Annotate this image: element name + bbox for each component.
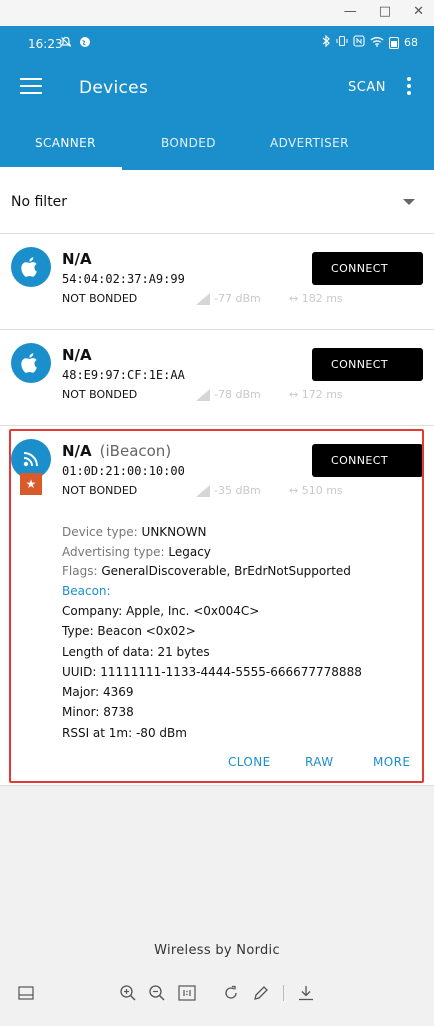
status-time: 16:23 [28,37,63,51]
type-row: Type: Beacon <0x02> [62,624,196,639]
layout-icon[interactable] [16,983,36,1003]
toolbar-divider [283,985,284,1001]
interval-indicator: ↔ 172 ms [289,388,343,401]
connect-label: CONNECT [331,262,388,275]
close-icon[interactable]: ✕ [413,4,424,19]
minor-row: Minor: 8738 [62,705,134,720]
company-row: Company: Apple, Inc. <0x004C> [62,604,260,618]
device-card[interactable]: N/A 48:E9:97:CF:1E:AA NOT BONDED -78 dBm… [0,330,434,426]
maximize-icon[interactable]: □ [379,4,391,19]
tab-advertiser[interactable]: ADVERTISER [270,136,349,150]
interval-value: 172 ms [301,388,343,401]
signal-icon [196,484,210,497]
filter-value: No filter [11,194,68,210]
device-name: N/A [62,346,92,364]
signal-icon [196,388,210,401]
zoom-in-icon[interactable] [118,983,138,1003]
rotate-icon[interactable] [221,983,241,1003]
device-mac: 48:E9:97:CF:1E:AA [62,368,185,382]
device-card[interactable]: N/A 54:04:02:37:A9:99 NOT BONDED -77 dBm… [0,234,434,330]
menu-icon[interactable] [20,78,42,96]
device-mac: 01:0D:21:00:10:00 [62,464,185,478]
zoom-out-icon[interactable] [147,983,167,1003]
adv-type-row: Advertising type: Legacy [62,544,211,559]
uuid-row: UUID: 11111111-1133-4444-5555-6666777788… [62,664,362,679]
status-bar: 16:23 68 [0,26,434,60]
more-button[interactable]: MORE [373,755,410,769]
bond-status: NOT BONDED [62,484,138,497]
edit-icon[interactable] [251,983,271,1003]
advertising-details: Device type: UNKNOWN Advertising type: L… [62,523,412,743]
interval-value: 510 ms [301,484,343,497]
beacon-header: Beacon: [62,583,111,598]
connect-button[interactable]: CONNECT [312,348,423,381]
rssi-indicator: -35 dBm [196,484,261,497]
vibrate-icon [336,35,348,50]
star-badge-icon: ★ [20,473,42,495]
interval-value: 182 ms [301,292,343,305]
raw-button[interactable]: RAW [305,755,333,769]
actual-size-icon[interactable] [177,983,197,1003]
page-title: Devices [79,78,149,98]
tab-scanner[interactable]: SCANNER [35,136,96,150]
connect-label: CONNECT [331,358,388,371]
rssi-1m-row: RSSI at 1m: -80 dBm [62,725,187,740]
window-title-bar: — □ ✕ [0,0,434,26]
interval-arrows-icon: ↔ [289,388,299,401]
signal-icon [196,292,210,305]
device-type-row: Device type: UNKNOWN [62,525,207,539]
rssi-value: -77 dBm [214,292,261,305]
bluetooth-icon [322,34,331,50]
app-bar: Devices SCAN [0,60,434,116]
footer-text: Wireless by Nordic [154,943,280,958]
globe-icon [79,36,91,48]
interval-indicator: ↔ 182 ms [289,292,343,305]
nfc-icon [353,35,365,50]
connect-button[interactable]: CONNECT [312,444,423,477]
rssi-indicator: -78 dBm [196,388,261,401]
interval-indicator: ↔ 510 ms [289,484,343,497]
apple-icon [11,247,51,287]
minimize-icon[interactable]: — [344,4,357,19]
tab-bar: SCANNER BONDED ADVERTISER [0,116,434,170]
filter-dropdown[interactable]: No filter [0,170,434,234]
interval-arrows-icon: ↔ [289,484,299,497]
overflow-menu-icon[interactable] [403,77,415,99]
download-icon[interactable] [296,983,316,1003]
device-name: N/A (iBeacon) [62,442,172,460]
rssi-value: -35 dBm [214,484,261,497]
bond-status: NOT BONDED [62,388,138,401]
device-name: N/A [62,250,92,268]
muted-bell-icon [60,36,72,48]
flags-row: Flags: GeneralDiscoverable, BrEdrNotSupp… [62,564,351,578]
device-mac: 54:04:02:37:A9:99 [62,272,185,286]
rssi-value: -78 dBm [214,388,261,401]
chevron-down-icon [403,199,415,205]
apple-icon [11,343,51,383]
wifi-icon [370,36,384,50]
interval-arrows-icon: ↔ [289,292,299,305]
device-name-suffix: (iBeacon) [99,442,172,460]
length-row: Length of data: 21 bytes [62,644,210,659]
scan-button[interactable]: SCAN [348,80,386,95]
clone-button[interactable]: CLONE [228,755,271,769]
major-row: Major: 4369 [62,685,134,700]
battery-level: 68 [404,36,418,49]
rssi-indicator: -77 dBm [196,292,261,305]
tab-bonded[interactable]: BONDED [161,136,216,150]
connect-button[interactable]: CONNECT [312,252,423,285]
bond-status: NOT BONDED [62,292,138,305]
battery-icon [389,36,399,49]
connect-label: CONNECT [331,454,388,467]
